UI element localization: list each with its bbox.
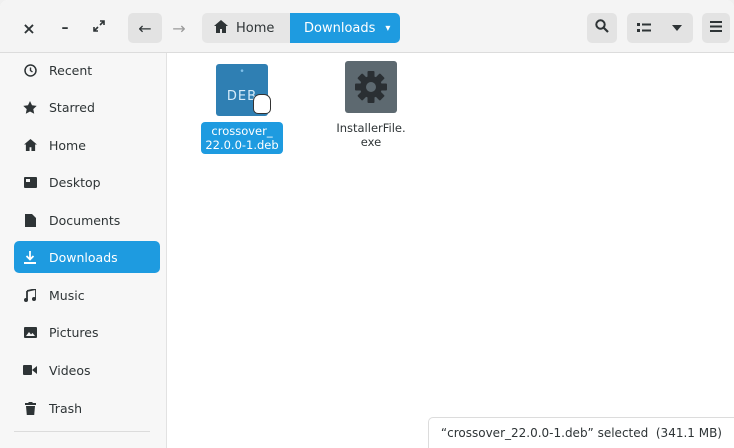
sidebar-item-label: Downloads	[49, 249, 118, 265]
star-icon	[23, 100, 37, 114]
status-text: “crossover_22.0.0-1.deb” selected (341.1…	[440, 426, 722, 440]
clock-icon	[23, 63, 37, 77]
sidebar-divider	[14, 431, 150, 432]
header-bar: × – ← → Home Downloads ▾	[0, 0, 734, 53]
sidebar-item-recent[interactable]: Recent	[14, 54, 160, 86]
file-manager-window: × – ← → Home Downloads ▾ Recent Starred …	[0, 0, 734, 448]
sort-options-button[interactable]	[660, 25, 693, 31]
gear-icon	[345, 61, 397, 113]
sidebar-item-label: Documents	[49, 212, 121, 228]
hamburger-menu-icon	[710, 20, 722, 36]
sidebar-item-desktop[interactable]: Desktop	[14, 166, 160, 198]
close-icon: ×	[22, 18, 36, 38]
pathbar-current-label: Downloads	[304, 20, 376, 36]
file-name-line: crossover_	[211, 124, 273, 138]
music-icon	[23, 288, 37, 302]
sidebar-item-label: Videos	[49, 362, 91, 378]
sidebar-item-documents[interactable]: Documents	[14, 204, 160, 236]
maximize-window-button[interactable]	[88, 13, 110, 43]
trash-icon	[23, 401, 37, 415]
file-name-line: 22.0.0-1.deb	[205, 138, 279, 152]
sidebar-item-label: Pictures	[49, 324, 99, 340]
picture-icon	[23, 326, 37, 338]
video-icon	[23, 365, 37, 375]
document-icon	[23, 213, 37, 227]
selection-status-bar: “crossover_22.0.0-1.deb” selected (341.1…	[427, 417, 734, 448]
arrow-left-icon: ←	[138, 18, 152, 38]
chevron-down-icon: ▾	[385, 22, 391, 34]
deb-package-icon: • DEB	[216, 64, 271, 116]
cursor-hand-icon	[253, 94, 271, 114]
sidebar-item-trash[interactable]: Trash	[14, 392, 160, 424]
file-item-installer-exe[interactable]: InstallerFile. exe	[326, 61, 416, 151]
sidebar-item-videos[interactable]: Videos	[14, 354, 160, 386]
path-bar: Home Downloads ▾	[202, 13, 401, 43]
home-icon	[23, 139, 37, 151]
search-icon	[595, 19, 609, 37]
main-menu-button[interactable]	[702, 13, 730, 43]
sidebar-item-home[interactable]: Home	[14, 129, 160, 161]
pathbar-home-button[interactable]: Home	[202, 13, 290, 43]
minimize-window-button[interactable]: –	[54, 13, 76, 43]
file-name-label: InstallerFile. exe	[332, 119, 409, 151]
sidebar-item-pictures[interactable]: Pictures	[14, 316, 160, 348]
view-options-group	[627, 13, 693, 43]
pathbar-home-label: Home	[236, 20, 275, 36]
chevron-down-icon	[671, 25, 682, 31]
sidebar-item-music[interactable]: Music	[14, 279, 160, 311]
close-window-button[interactable]: ×	[18, 13, 40, 43]
file-name-line: InstallerFile.	[336, 121, 406, 135]
sidebar-item-starred[interactable]: Starred	[14, 91, 160, 123]
file-name-label: crossover_ 22.0.0-1.deb	[201, 122, 283, 154]
sidebar-item-label: Starred	[49, 99, 95, 115]
list-view-icon	[636, 23, 651, 32]
sidebar-item-label: Home	[49, 137, 86, 153]
forward-button[interactable]: →	[165, 13, 193, 43]
arrow-right-icon: →	[172, 18, 186, 38]
file-view: • DEB crossover_ 22.0.0-1.deb InstallerF…	[167, 53, 734, 448]
desktop-icon	[23, 176, 37, 188]
places-sidebar: Recent Starred Home Desktop Documents Do…	[0, 53, 167, 448]
file-name-line: exe	[360, 135, 382, 149]
file-item-crossover-deb[interactable]: • DEB crossover_ 22.0.0-1.deb	[197, 64, 287, 154]
sidebar-item-label: Music	[49, 287, 85, 303]
sidebar-item-downloads[interactable]: Downloads	[14, 241, 160, 273]
sidebar-item-label: Desktop	[49, 174, 101, 190]
search-button[interactable]	[587, 13, 617, 43]
list-view-button[interactable]	[627, 22, 660, 34]
back-button[interactable]: ←	[128, 13, 162, 43]
download-icon	[23, 250, 37, 264]
sidebar-item-label: Trash	[49, 400, 83, 416]
sidebar-item-label: Recent	[49, 62, 93, 78]
maximize-icon	[93, 20, 105, 36]
home-icon	[214, 19, 228, 37]
minimize-icon: –	[61, 20, 69, 36]
pathbar-downloads-button[interactable]: Downloads ▾	[290, 13, 401, 43]
